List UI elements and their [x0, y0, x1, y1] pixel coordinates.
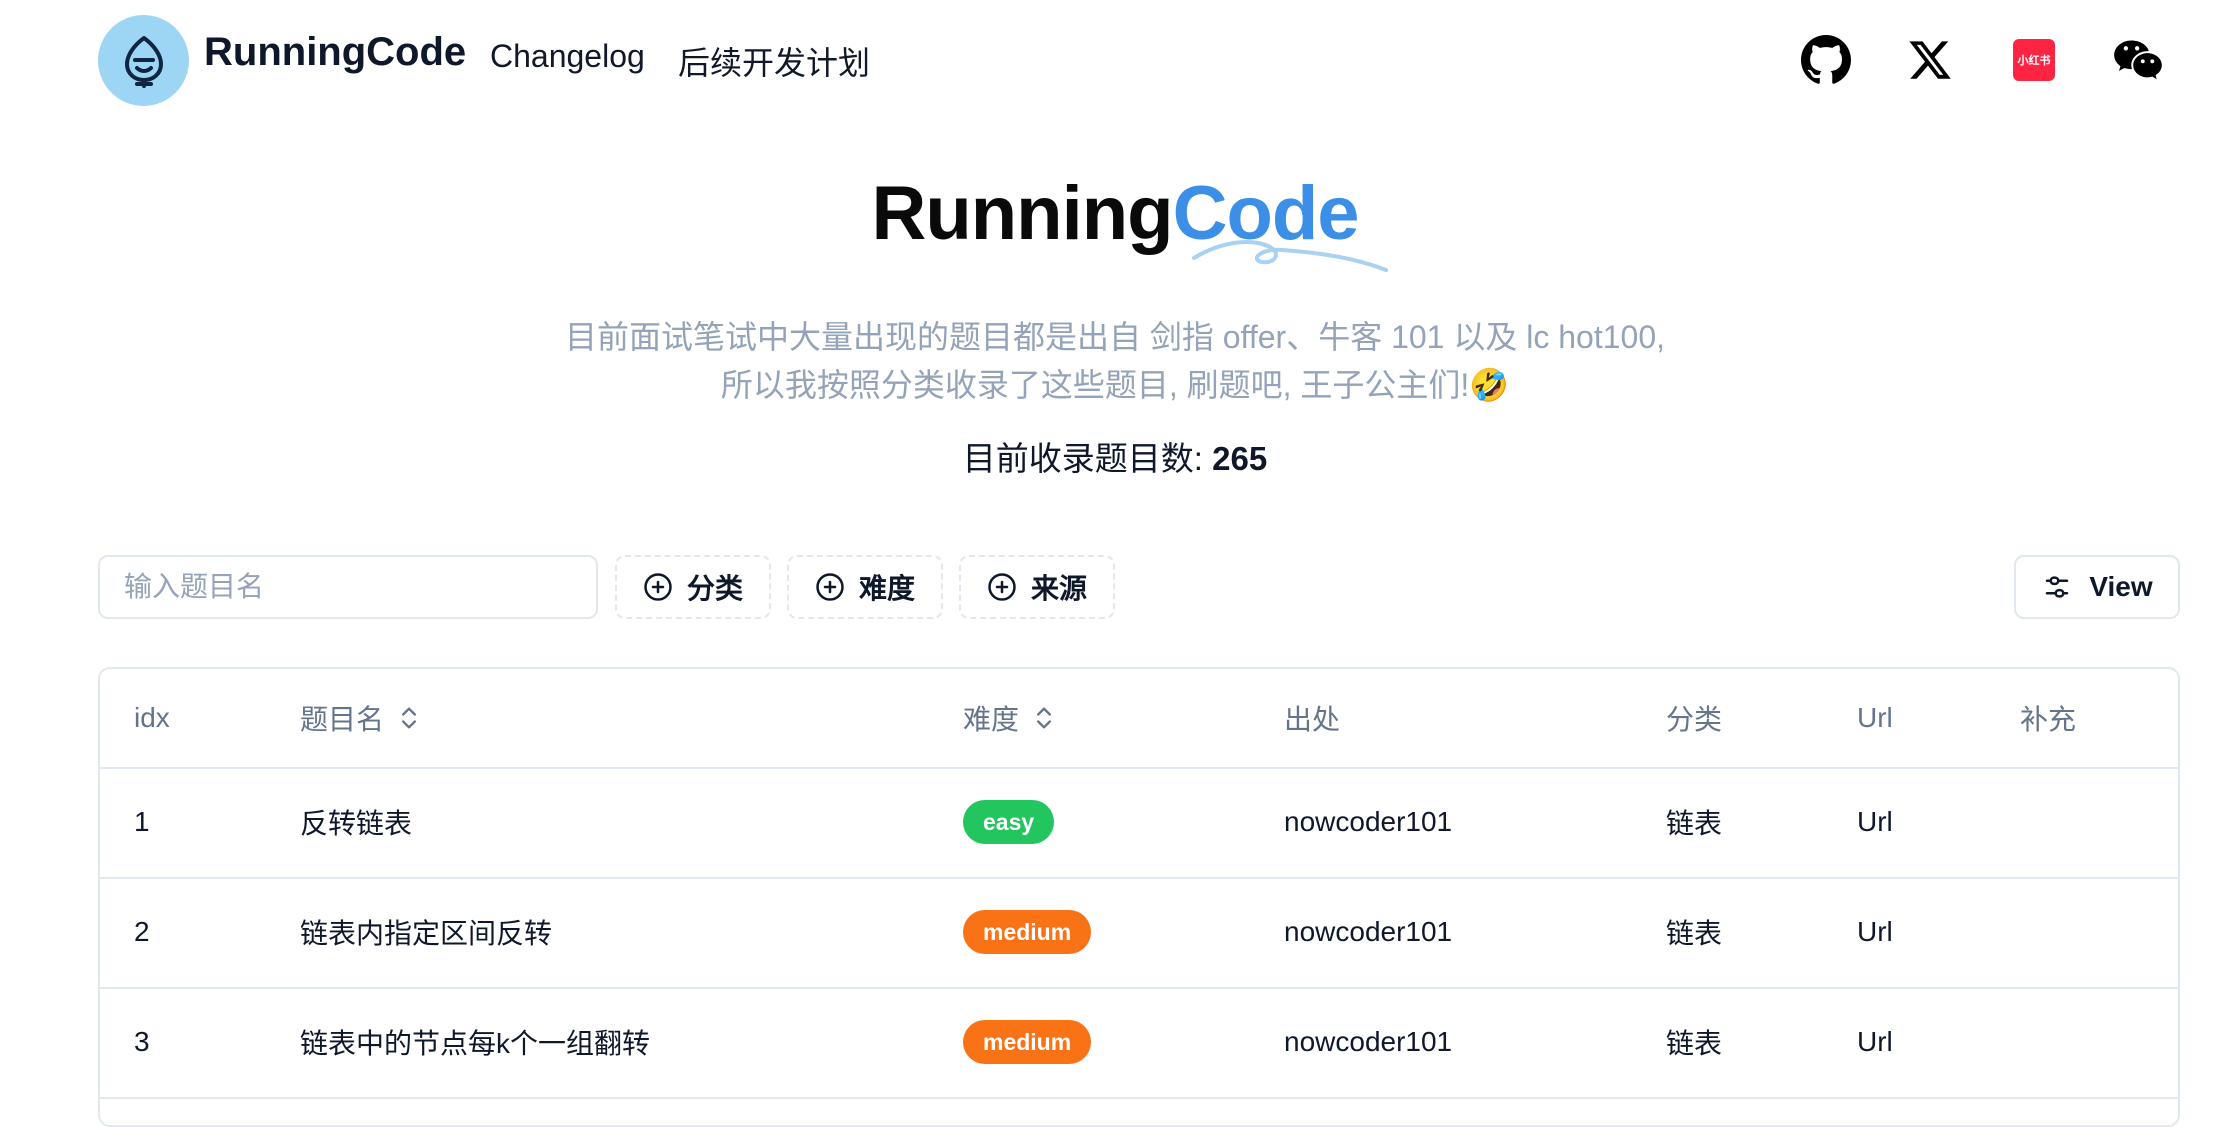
wechat-icon[interactable] [2111, 33, 2165, 87]
row-category: 链表 [1666, 808, 1723, 839]
row-category: 链表 [1666, 1028, 1723, 1059]
row-url-link[interactable]: Url [1857, 767, 1893, 877]
xiaohongshu-icon[interactable]: 小红书 [2007, 33, 2061, 87]
table-header-row: idx 题目名 难度 出处 分类 Url 补充 [100, 669, 2178, 769]
header-category: 分类 [1666, 704, 1723, 735]
logo-icon[interactable] [98, 15, 189, 106]
hero-title-main: Running [871, 171, 1173, 256]
filter-category-button[interactable]: 分类 [615, 555, 771, 619]
header-url: Url [1857, 702, 1893, 733]
plus-circle-icon [644, 573, 672, 601]
row-category: 链表 [1666, 918, 1723, 949]
row-idx: 2 [134, 916, 150, 947]
problem-count-label: 目前收录题目数: [962, 440, 1213, 477]
nav-dev-plan[interactable]: 后续开发计划 [678, 38, 870, 84]
filter-difficulty-button[interactable]: 难度 [787, 555, 943, 619]
plus-circle-icon [988, 573, 1016, 601]
xiaohongshu-badge: 小红书 [2013, 39, 2055, 81]
header-note: 补充 [2020, 704, 2077, 735]
site-header: RunningCode Changelog 后续开发计划 小红书 [0, 0, 2230, 122]
hero-subtitle-line1: 目前面试笔试中大量出现的题目都是出自 剑指 offer、牛客 101 以及 lc… [564, 319, 1666, 355]
table-row: 3 链表中的节点每k个一组翻转 medium nowcoder101 链表 Ur… [100, 987, 2178, 1099]
header-source: 出处 [1284, 704, 1341, 735]
header-name[interactable]: 题目名 [300, 669, 420, 767]
header-difficulty-label: 难度 [963, 704, 1020, 735]
row-source: nowcoder101 [1284, 806, 1453, 837]
table-row: 1 反转链表 easy nowcoder101 链表 Url [100, 767, 2178, 879]
row-url-link[interactable]: Url [1857, 877, 1893, 987]
table-row: 2 链表内指定区间反转 medium nowcoder101 链表 Url [100, 877, 2178, 989]
header-name-label: 题目名 [300, 704, 385, 735]
filter-source-button[interactable]: 来源 [959, 555, 1115, 619]
github-icon[interactable] [1799, 33, 1853, 87]
hero-title: RunningCode [0, 170, 2230, 257]
search-input[interactable] [98, 555, 598, 619]
row-idx: 1 [134, 806, 150, 837]
difficulty-badge: medium [963, 910, 1092, 954]
brand-name[interactable]: RunningCode [204, 30, 466, 75]
hero-subtitle-line2: 所以我按照分类收录了这些题目, 刷题吧, 王子公主们!🤣 [720, 367, 1510, 403]
filter-difficulty-label: 难度 [859, 573, 916, 604]
sort-chevrons-icon [1037, 707, 1052, 729]
row-difficulty: medium [963, 987, 1092, 1097]
nav-changelog[interactable]: Changelog [490, 38, 645, 75]
problems-table: idx 题目名 难度 出处 分类 Url 补充 1 反转链表 easy nowc… [98, 667, 2180, 1127]
title-underline-squiggle [1192, 240, 1388, 272]
header-idx: idx [134, 702, 170, 733]
row-problem-name: 反转链表 [300, 808, 413, 839]
plus-circle-icon [816, 573, 844, 601]
difficulty-badge: easy [963, 800, 1055, 844]
header-difficulty[interactable]: 难度 [963, 669, 1055, 767]
difficulty-badge: medium [963, 1020, 1092, 1064]
row-difficulty: easy [963, 767, 1055, 877]
row-url-link[interactable]: Url [1857, 987, 1893, 1097]
row-problem-name: 链表中的节点每k个一组翻转 [300, 1028, 651, 1059]
row-idx: 3 [134, 1026, 150, 1057]
row-source: nowcoder101 [1284, 1026, 1453, 1057]
view-options-button[interactable]: View [2014, 555, 2180, 619]
sliders-icon [2046, 576, 2069, 598]
problem-count: 目前收录题目数: 265 [0, 432, 2230, 480]
row-source: nowcoder101 [1284, 916, 1453, 947]
x-icon[interactable] [1903, 33, 1957, 87]
sort-chevrons-icon [402, 707, 417, 729]
problem-count-value: 265 [1212, 440, 1268, 477]
view-options-label: View [2089, 571, 2153, 602]
row-problem-name: 链表内指定区间反转 [300, 918, 553, 949]
filter-source-label: 来源 [1031, 573, 1088, 604]
row-difficulty: medium [963, 877, 1092, 987]
filter-category-label: 分类 [687, 573, 744, 604]
